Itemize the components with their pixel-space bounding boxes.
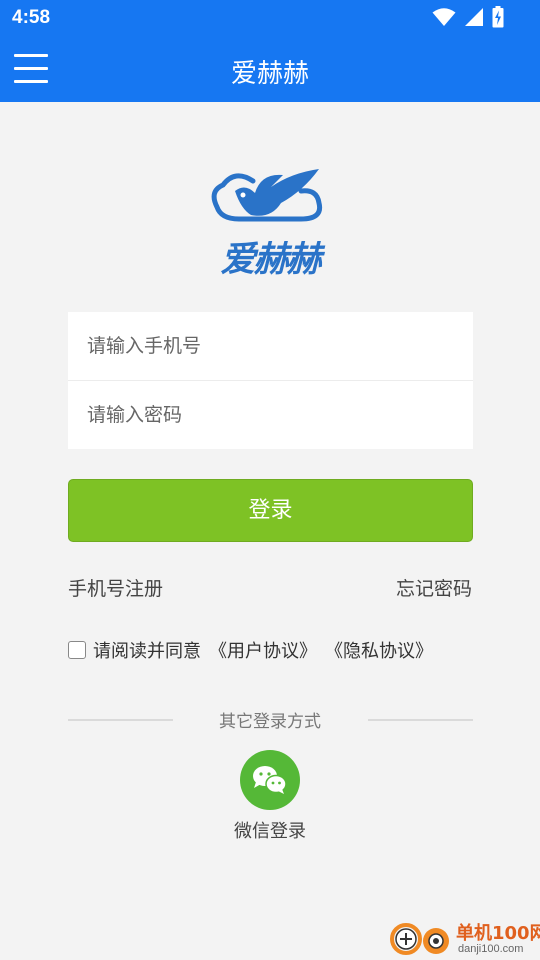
wechat-login-label: 微信登录 <box>234 821 306 842</box>
login-form <box>68 312 473 449</box>
user-agreement-link[interactable]: 《用户协议》 <box>209 637 317 663</box>
app-bar: 爱赫赫 <box>0 36 540 102</box>
agreement-text: 请阅读并同意 <box>93 641 201 662</box>
app-logo: 爱赫赫 <box>205 163 335 280</box>
watermark: 单机100网 danji100.com <box>388 915 540 960</box>
watermark-url: danji100.com <box>458 943 524 955</box>
register-link[interactable]: 手机号注册 <box>68 574 163 601</box>
wechat-icon <box>253 766 287 794</box>
other-login-label: 其它登录方式 <box>219 712 321 732</box>
agreement-row: 请阅读并同意 《用户协议》 《隐私协议》 <box>68 637 441 663</box>
status-icons <box>432 6 504 28</box>
wifi-icon <box>432 8 456 26</box>
wechat-login-button[interactable] <box>240 750 300 810</box>
status-time: 4:58 <box>12 7 51 28</box>
watermark-logo-icon <box>390 923 449 955</box>
forgot-password-link[interactable]: 忘记密码 <box>396 574 472 601</box>
privacy-agreement-link[interactable]: 《隐私协议》 <box>325 637 433 663</box>
status-bar: 4:58 <box>0 0 540 36</box>
password-input[interactable] <box>68 381 473 449</box>
phone-field-container <box>68 312 473 380</box>
logo-text: 爱赫赫 <box>220 240 321 280</box>
agreement-checkbox[interactable] <box>68 641 86 659</box>
watermark-title: 单机100网 <box>456 923 540 944</box>
phone-input[interactable] <box>68 312 473 380</box>
app-title: 爱赫赫 <box>230 59 309 89</box>
login-button[interactable]: 登录 <box>68 479 473 542</box>
cell-signal-icon <box>465 8 483 26</box>
battery-icon <box>492 6 504 28</box>
password-field-container <box>68 381 473 449</box>
